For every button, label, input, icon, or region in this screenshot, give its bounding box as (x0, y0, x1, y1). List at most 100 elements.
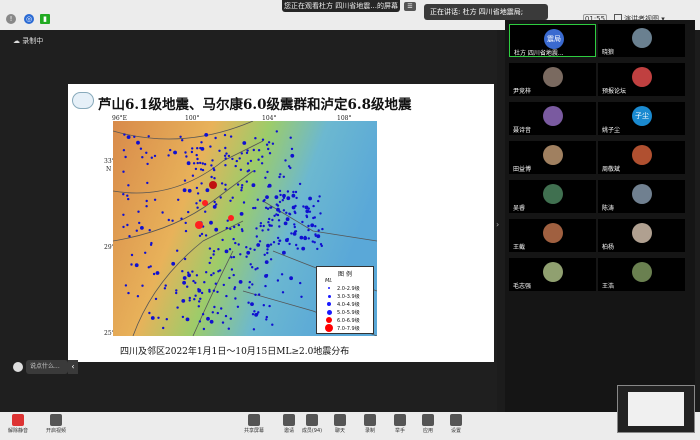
quake-point (268, 304, 271, 308)
quake-point (204, 234, 208, 237)
invite-button[interactable]: 邀请 (277, 414, 301, 434)
participant-tile[interactable]: 聂诗音 (509, 102, 596, 135)
quake-point (187, 188, 192, 193)
pip-slide-thumbnail (628, 392, 684, 426)
quake-point (192, 279, 195, 283)
quake-point (262, 304, 265, 307)
participant-name: 姚子尘 (602, 127, 621, 134)
avatar: 震局 (544, 29, 564, 49)
red-epicenter (195, 221, 203, 229)
maerkang-swarm (209, 181, 217, 189)
sidebar-toggle-icon[interactable]: › (496, 220, 504, 232)
quake-point (187, 273, 191, 278)
quake-point (279, 173, 282, 176)
quake-point (181, 299, 186, 303)
quake-point (261, 155, 264, 158)
quake-point (295, 196, 298, 200)
participant-tile[interactable]: 毛志强 (509, 258, 596, 291)
quake-point (195, 186, 199, 190)
quake-point (219, 196, 222, 199)
quake-point (214, 282, 217, 285)
participant-tile[interactable]: 陈涛 (598, 180, 685, 213)
quake-point (284, 159, 287, 162)
quake-point (162, 326, 165, 330)
participant-tile[interactable]: 田益博 (509, 141, 596, 174)
quake-point (265, 318, 268, 321)
legend-item: 2.0-2.9级 (317, 284, 373, 292)
participant-tile[interactable]: 王截 (509, 219, 596, 252)
quake-point (144, 251, 147, 254)
quake-point (267, 147, 270, 151)
quake-point (313, 216, 316, 219)
quake-point (282, 250, 286, 255)
participants-button[interactable]: 成员(94) (300, 414, 324, 434)
raise-hand-icon (394, 414, 406, 426)
participant-name: 尹竞梓 (513, 88, 532, 95)
chat-input[interactable]: 说点什么... (26, 360, 68, 374)
start-video-button[interactable]: 开启视频 (44, 414, 68, 434)
share-screen-label: 共享屏幕 (243, 428, 264, 434)
apps-button[interactable]: 应用 (416, 414, 440, 434)
participant-name: 吴睿 (513, 205, 526, 212)
quake-point (239, 168, 243, 171)
participant-tile[interactable]: 尹竞梓 (509, 63, 596, 96)
participant-tile[interactable]: 预报论坛 (598, 63, 685, 96)
quake-point (278, 175, 281, 179)
quake-point (245, 151, 249, 155)
quake-point (184, 229, 188, 233)
quake-point (212, 250, 216, 253)
info-icon[interactable]: ! (6, 14, 16, 24)
quake-point (247, 301, 250, 304)
quake-point (249, 159, 253, 163)
quake-point (296, 247, 299, 250)
quake-point (208, 247, 212, 250)
quake-point (316, 234, 321, 239)
quake-point (256, 243, 261, 247)
quake-point (209, 220, 213, 225)
quake-point (206, 316, 210, 321)
quake-point (177, 198, 180, 201)
quake-point (210, 164, 213, 167)
share-screen-button[interactable]: 共享屏幕 (238, 414, 270, 434)
participant-tile[interactable]: 周敬斌 (598, 141, 685, 174)
participant-name: 陈涛 (602, 205, 615, 212)
unmute-button[interactable]: 解除静音 (6, 414, 30, 434)
participant-tile[interactable]: 子尘 姚子尘 (598, 102, 685, 135)
quake-point (290, 232, 293, 235)
quake-point (279, 193, 282, 197)
quake-point (223, 133, 227, 137)
participant-tile[interactable]: 柏杨 (598, 219, 685, 252)
participant-tile[interactable]: 震局 杜方 四川省地震... (509, 24, 596, 57)
quake-point (184, 221, 187, 225)
collapse-chevron-icon[interactable]: ‹ (68, 360, 78, 374)
view-options-button[interactable]: ☰ (404, 2, 416, 11)
quake-point (253, 310, 256, 313)
participant-tile[interactable]: 王浩 (598, 258, 685, 291)
participant-tile[interactable]: 晓狼 (598, 24, 685, 57)
quake-point (163, 287, 167, 290)
chat-button[interactable]: 聊天 (328, 414, 352, 434)
emoji-icon[interactable] (13, 362, 23, 372)
quake-point (199, 146, 202, 150)
picture-in-picture-preview[interactable] (617, 385, 695, 433)
quake-point (147, 266, 150, 269)
settings-button[interactable]: 设置 (444, 414, 468, 434)
participant-tile[interactable]: 吴睿 (509, 180, 596, 213)
quake-point (313, 241, 316, 244)
quake-point (254, 268, 257, 271)
quake-point (269, 206, 272, 209)
quake-point (230, 256, 233, 259)
quake-point (307, 207, 310, 210)
security-icon[interactable]: ◎ (24, 14, 34, 24)
quake-point (167, 154, 170, 157)
record-button[interactable]: 录制 (358, 414, 382, 434)
quake-point (169, 148, 172, 152)
quake-point (317, 199, 320, 203)
quake-point (246, 162, 250, 165)
signal-icon[interactable]: ▮ (40, 14, 50, 24)
quake-point (217, 270, 220, 273)
quake-point (253, 248, 256, 251)
quake-point (199, 161, 202, 165)
raise-hand-button[interactable]: 举手 (388, 414, 412, 434)
quake-point (155, 271, 160, 275)
